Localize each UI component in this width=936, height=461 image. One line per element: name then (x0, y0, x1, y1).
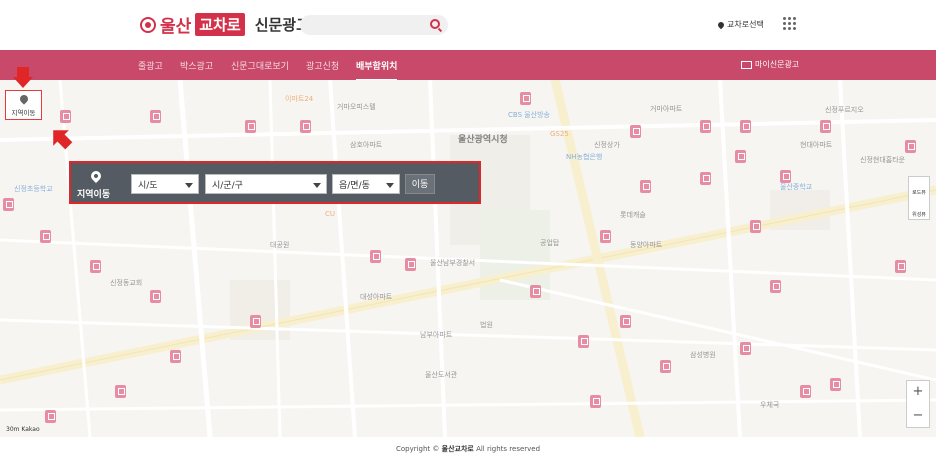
copyright-suffix: All rights reserved (476, 445, 541, 453)
nav-item-box-ads[interactable]: 박스광고 (180, 59, 213, 72)
logo-icon (140, 16, 156, 33)
newspaper-icon (741, 60, 752, 69)
nav-item-ad-request[interactable]: 광고신청 (306, 59, 339, 72)
copyright-prefix: Copyright © (395, 445, 440, 453)
go-button[interactable]: 이동 (405, 174, 435, 194)
zoom-in-button[interactable]: + (907, 381, 929, 405)
sigungu-select[interactable]: 시/군/구 (205, 174, 327, 194)
location-select[interactable]: 교차로선택 (716, 19, 764, 30)
location-pin-icon (716, 20, 726, 29)
my-paper-ads-label: 마이신문광고 (755, 60, 800, 69)
zoom-control: + − (906, 380, 930, 428)
dong-select[interactable]: 읍/면/동 (332, 174, 400, 194)
map-scale-value: 30m (6, 426, 20, 433)
roadview-button[interactable]: 로드뷰 (909, 177, 929, 199)
map-pin-icon (17, 93, 30, 105)
location-select-label: 교차로선택 (727, 20, 764, 29)
footer: Copyright © 울산교차로 All rights reserved (0, 437, 936, 461)
map-pin-icon (88, 168, 104, 184)
map-dim-overlay (0, 80, 936, 437)
brand-box: 교차로 (195, 13, 245, 36)
sido-select[interactable]: 시/도 (131, 174, 199, 194)
satellite-button[interactable]: 위성뷰 (909, 199, 929, 221)
region-move-title: 지역이동 (77, 190, 111, 200)
zoom-out-button[interactable]: − (907, 405, 929, 429)
search-icon[interactable] (430, 19, 440, 29)
region-move-panel: 지역이동 시/도 시/군/구 읍/면/동 이동 (69, 161, 481, 204)
nav-item-paper-view[interactable]: 신문그대로보기 (231, 59, 289, 72)
map-scale: 30m Kakao (6, 426, 40, 433)
brand-main: 울산 (160, 17, 192, 37)
nav-item-distribution-location[interactable]: 배부함위치 (356, 59, 398, 81)
copyright-brand: 울산교차로 (441, 445, 474, 453)
region-move-button[interactable]: 지역이동 (5, 90, 42, 120)
main-nav: 줄광고 박스광고 신문그대로보기 광고신청 배부함위치 마이신문광고 (0, 50, 936, 81)
search-input[interactable] (300, 15, 448, 35)
map-view[interactable]: 울산광역시청 거마오피스텔 거마아파트 CBS 울산방송 GS25 신정상가 N… (0, 80, 936, 437)
map-view-toggle: 로드뷰 위성뷰 (908, 176, 930, 220)
nav-item-line-ads[interactable]: 줄광고 (138, 59, 163, 72)
brand-logo[interactable]: 울산 교차로 신문광고 (140, 12, 310, 37)
header: 울산 교차로 신문광고 교차로선택 (0, 0, 936, 50)
map-provider: Kakao (21, 426, 40, 433)
region-move-button-label: 지역이동 (11, 109, 36, 117)
my-paper-ads-link[interactable]: 마이신문광고 (741, 59, 799, 70)
app-grid-icon[interactable] (783, 17, 796, 30)
